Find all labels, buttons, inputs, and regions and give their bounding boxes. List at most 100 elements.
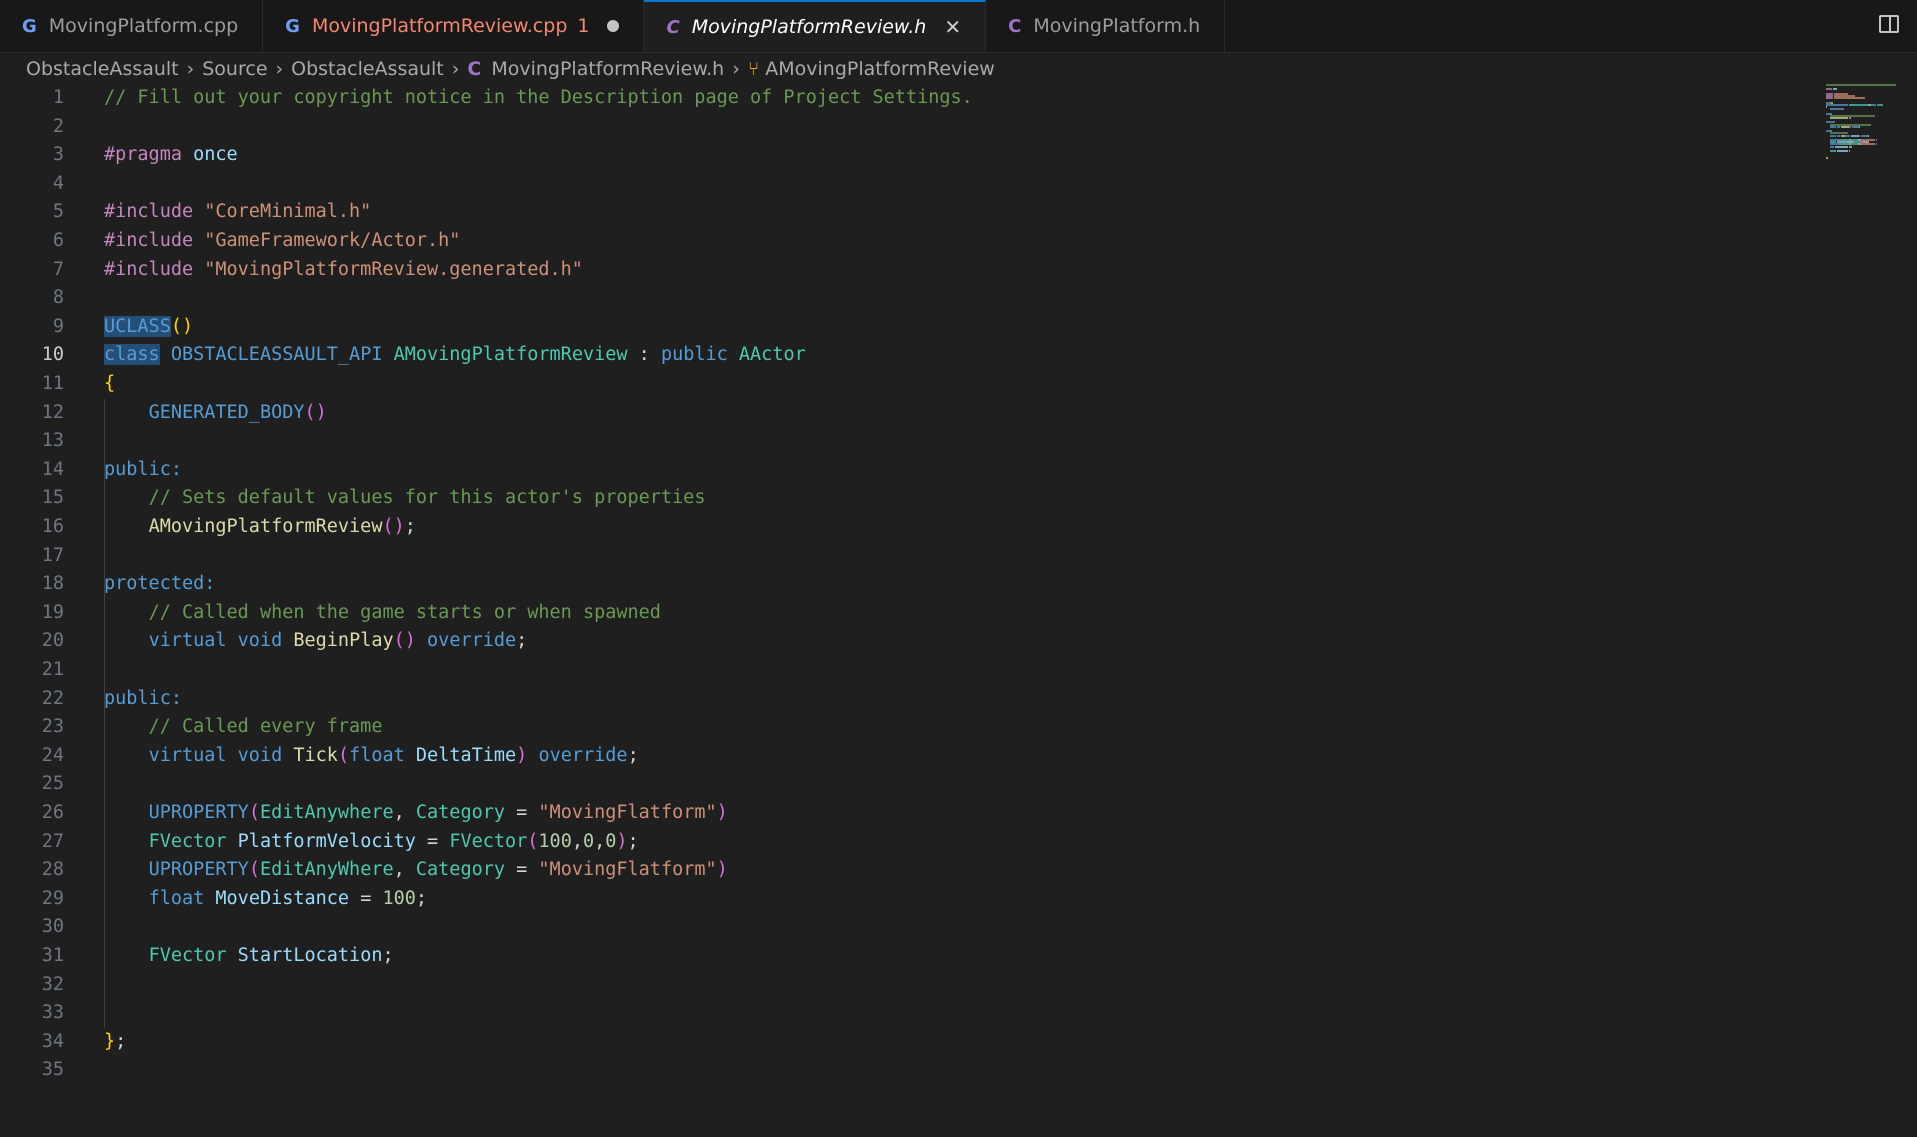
code-line[interactable]: 26 UPROPERTY(EditAnywhere, Category = "M… — [0, 799, 1830, 828]
code-line[interactable]: 8 — [0, 284, 1830, 313]
code-text: FVector StartLocation; — [104, 942, 394, 971]
code-line[interactable]: 16 AMovingPlatformReview(); — [0, 513, 1830, 542]
code-line[interactable]: 23 // Called every frame — [0, 713, 1830, 742]
code-line[interactable]: 7 #include "MovingPlatformReview.generate… — [0, 256, 1830, 285]
code-line[interactable]: 20 virtual void BeginPlay() override; — [0, 627, 1830, 656]
code-line[interactable]: 14 public: — [0, 456, 1830, 485]
breadcrumb-item[interactable]: ObstacleAssault — [26, 58, 179, 80]
breadcrumb-item[interactable]: Source — [202, 58, 267, 80]
code-line[interactable]: 18 protected: — [0, 570, 1830, 599]
code-token: ) — [616, 830, 628, 852]
split-editor-icon[interactable] — [1879, 15, 1899, 33]
code-token: ) — [716, 859, 728, 881]
code-text: // Sets default values for this actor's … — [104, 484, 706, 513]
code-line[interactable]: 11 { — [0, 370, 1830, 399]
code-line[interactable]: 15 // Sets default values for this actor… — [0, 484, 1830, 513]
code-token: Category — [415, 802, 505, 823]
minimap-line — [1829, 150, 1836, 152]
code-line[interactable]: 32 — [0, 971, 1830, 1000]
code-token: OBSTACLEASSAULT_API — [170, 344, 383, 366]
breadcrumb-item[interactable]: ObstacleAssault — [291, 58, 444, 80]
code-token: ; — [627, 830, 639, 852]
close-tab-icon[interactable]: ✕ — [944, 15, 961, 39]
minimap-line — [1829, 145, 1835, 148]
code-token: , — [393, 859, 416, 881]
code-line[interactable]: 9 UCLASS() — [0, 313, 1830, 342]
minimap-line — [1848, 150, 1850, 152]
code-line[interactable]: 2 — [0, 113, 1830, 142]
code-line[interactable]: 13 — [0, 427, 1830, 456]
code-line[interactable]: 27 FVector PlatformVelocity = FVector(10… — [0, 828, 1830, 857]
code-token: () — [170, 315, 194, 337]
code-line[interactable]: 4 — [0, 170, 1830, 199]
code-line[interactable]: 29 float MoveDistance = 100; — [0, 885, 1830, 914]
code-line[interactable]: 25 — [0, 770, 1830, 799]
minimap-line — [1849, 125, 1852, 128]
code-text: UPROPERTY(EditAnyWhere, Category = "Movi… — [104, 856, 728, 885]
code-line[interactable]: 30 — [0, 913, 1830, 942]
code-text: GENERATED_BODY() — [104, 399, 327, 428]
code-line[interactable]: 17 — [0, 542, 1830, 571]
code-text: UCLASS() — [104, 313, 193, 342]
code-text: UPROPERTY(EditAnywhere, Category = "Movi… — [104, 799, 728, 828]
tab-movingplatformreview-h[interactable]: C MovingPlatformReview.h ✕ — [644, 0, 987, 52]
code-token: ( — [248, 802, 260, 823]
code-token: () — [393, 630, 416, 652]
code-line[interactable]: 35 — [0, 1056, 1830, 1085]
code-token: public — [660, 344, 728, 366]
code-token: override — [427, 630, 517, 652]
minimap-line — [1829, 134, 1836, 137]
breadcrumb-symbol[interactable]: AMovingPlatformReview — [765, 58, 995, 80]
line-number: 32 — [41, 973, 64, 995]
class-symbol-icon: ⑂ — [747, 58, 760, 80]
line-number: 23 — [41, 716, 64, 738]
code-line[interactable]: 6 #include "GameFramework/Actor.h" — [0, 227, 1830, 256]
code-text: FVector PlatformVelocity = FVector(100,0… — [104, 828, 639, 857]
code-token: GENERATED_BODY — [148, 401, 305, 423]
minimap[interactable] — [1826, 84, 1906, 164]
code-line[interactable]: 34}; — [0, 1028, 1830, 1057]
breadcrumb-file[interactable]: MovingPlatformReview.h — [491, 58, 724, 80]
tab-movingplatform-h[interactable]: C MovingPlatform.h — [986, 0, 1226, 52]
minimap-line — [1851, 145, 1853, 148]
code-token: "GameFramework/Actor.h" — [204, 230, 461, 251]
code-line[interactable]: 19 // Called when the game starts or whe… — [0, 599, 1830, 628]
tab-movingplatformreview-cpp[interactable]: G MovingPlatformReview.cpp 1 — [263, 0, 645, 52]
code-line[interactable]: 12 GENERATED_BODY() — [0, 399, 1830, 428]
code-token: "MovingPlatformReview.generated.h" — [204, 258, 583, 280]
minimap-line — [1841, 125, 1850, 128]
code-text: #include "MovingPlatformReview.generated… — [104, 256, 583, 285]
code-text: // Called when the game starts or when s… — [104, 599, 661, 628]
code-line[interactable]: 21 — [0, 656, 1830, 685]
code-line[interactable]: 31 FVector StartLocation; — [0, 942, 1830, 971]
line-number: 4 — [52, 172, 64, 194]
code-text: }; — [104, 1028, 126, 1057]
code-token: override — [538, 744, 628, 766]
code-editor[interactable]: 1 // Fill out your copyright notice in th… — [0, 84, 1830, 1137]
unsaved-dot-icon[interactable] — [607, 20, 620, 32]
code-token: FVector — [148, 945, 227, 966]
code-token: once — [193, 144, 238, 166]
code-line[interactable]: 33 — [0, 999, 1830, 1028]
code-line[interactable]: 22 public: — [0, 685, 1830, 714]
code-line[interactable]: 3 #pragma once — [0, 141, 1830, 170]
c-header-file-icon: C — [1008, 15, 1022, 37]
code-line[interactable]: 10 class OBSTACLEASSAULT_API AMovingPlatf… — [0, 341, 1830, 370]
code-token: Category — [415, 859, 505, 881]
tab-movingplatform-cpp[interactable]: G MovingPlatform.cpp — [0, 0, 264, 52]
minimap-line — [1868, 134, 1870, 137]
code-token: protected: — [104, 573, 216, 595]
code-line[interactable]: 24 virtual void Tick(float DeltaTime) ov… — [0, 742, 1830, 771]
code-line[interactable]: 5 #include "CoreMinimal.h" — [0, 198, 1830, 227]
code-line[interactable]: 28 UPROPERTY(EditAnyWhere, Category = "M… — [0, 856, 1830, 885]
code-token: FVector — [148, 830, 227, 852]
code-line[interactable]: 1 // Fill out your copyright notice in th… — [0, 84, 1830, 113]
minimap-line — [1829, 125, 1836, 128]
